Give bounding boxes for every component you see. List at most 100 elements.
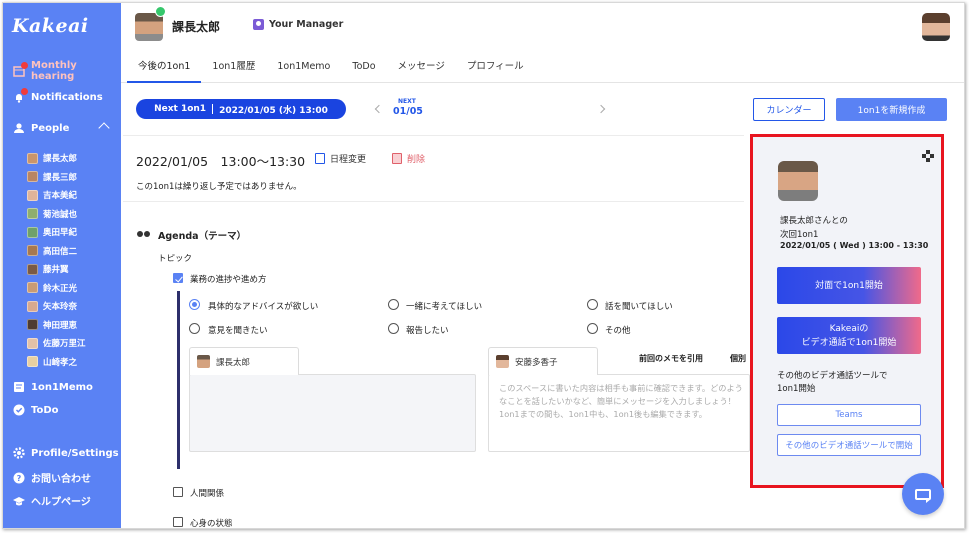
avatar: [27, 208, 38, 220]
sidebar-item-notifications[interactable]: Notifications: [13, 88, 103, 103]
page-title: 課長太郎: [172, 20, 221, 34]
chevron-right-icon[interactable]: [596, 104, 606, 114]
memo-tab-manager[interactable]: 課長太郎: [189, 347, 299, 375]
avatar: [27, 226, 38, 238]
tab-bar: 今後の1on1 1on1履歴 1on1Memo ToDo メッセージ プロフィー…: [121, 55, 964, 83]
chevron-up-icon[interactable]: [98, 122, 110, 134]
svg-text:?: ?: [17, 474, 22, 483]
avatar: [27, 319, 38, 331]
option-radio-other[interactable]: [587, 323, 598, 334]
person-item[interactable]: 奥田早紀: [27, 223, 86, 242]
memo-placeholder: このスペースに書いた内容は相手も事前に確認できます。どのようなことを話したいかな…: [499, 383, 743, 419]
next-label: NEXT: [398, 98, 416, 105]
person-item[interactable]: 菊池誠也: [27, 205, 86, 224]
quote-previous-memo-link[interactable]: 前回のメモを引用: [639, 353, 703, 364]
calendar-button[interactable]: カレンダー: [753, 98, 825, 121]
topic-checkbox-relationships[interactable]: [173, 487, 183, 497]
online-status-dot: [155, 6, 166, 17]
manager-memo-area[interactable]: [189, 374, 476, 452]
dice-icon[interactable]: [922, 150, 934, 162]
tab-todo[interactable]: ToDo: [341, 55, 386, 83]
user-avatar[interactable]: [922, 13, 950, 41]
divider: [212, 104, 214, 114]
kakeai-logo[interactable]: Kakeai: [12, 15, 89, 37]
avatar: [27, 300, 38, 312]
sidebar-item-contact[interactable]: ? お問い合わせ: [13, 470, 91, 485]
start-in-person-button[interactable]: 対面で1on1開始: [777, 267, 921, 304]
tab-1on1memo[interactable]: 1on1Memo: [266, 55, 341, 83]
option-radio-report[interactable]: [388, 323, 399, 334]
people-icon: [136, 230, 151, 240]
topic-checkbox-progress[interactable]: [173, 273, 183, 283]
person-item[interactable]: 神田理恵: [27, 316, 86, 335]
sidebar-item-label: Profile/Settings: [31, 447, 119, 459]
sidebar-item-label: ヘルプページ: [31, 497, 91, 508]
person-item[interactable]: 鈴木正光: [27, 279, 86, 298]
avatar: [197, 355, 210, 368]
tab-1on1-history[interactable]: 1on1履歴: [201, 55, 266, 83]
person-item[interactable]: 課長三郎: [27, 168, 86, 187]
other-video-tool-button[interactable]: その他のビデオ通話ツールで開始: [777, 434, 921, 456]
reschedule-button[interactable]: 日程変更: [315, 152, 366, 165]
option-radio-think-together[interactable]: [388, 299, 399, 310]
next-1on1-pill[interactable]: Next 1on1 2022/01/05 (水) 13:00: [136, 99, 346, 119]
avatar: [27, 282, 38, 294]
topic-label: トピック: [158, 254, 193, 264]
avatar: [27, 152, 38, 164]
option-label: 話を聞いてほしい: [605, 302, 673, 312]
start-1on1-panel: 課長太郎さんとの 次回1on1 2022/01/05 ( Wed ) 13:00…: [750, 134, 944, 488]
tab-profile[interactable]: プロフィール: [456, 55, 535, 83]
check-circle-icon: [13, 404, 25, 416]
sidebar-item-1on1memo[interactable]: 1on1Memo: [13, 381, 93, 393]
tab-messages[interactable]: メッセージ: [387, 55, 456, 83]
graduation-cap-icon: [13, 495, 25, 507]
avatar: [27, 263, 38, 275]
sidebar-item-help[interactable]: ヘルプページ: [13, 493, 91, 508]
panel-partner-label: 課長太郎さんとの: [780, 216, 848, 226]
option-label: その他: [605, 326, 631, 336]
person-item[interactable]: 課長太郎: [27, 149, 86, 168]
chat-button[interactable]: [902, 473, 944, 515]
sidebar-item-monthly-hearing[interactable]: Monthly hearing: [13, 60, 121, 82]
person-item[interactable]: 山崎孝之: [27, 353, 86, 372]
meeting-datetime: 2022/01/05 13:00〜13:30: [136, 154, 306, 169]
option-label: 一緒に考えてほしい: [406, 302, 483, 312]
sidebar: Kakeai Monthly hearing Notifications Peo…: [3, 3, 121, 528]
person-item[interactable]: 藤井翼: [27, 260, 86, 279]
teams-button[interactable]: Teams: [777, 404, 921, 426]
divider: [123, 201, 744, 202]
chevron-left-icon[interactable]: [374, 104, 384, 114]
sidebar-item-label: Monthly hearing: [31, 60, 77, 82]
memo-tab-member[interactable]: 安藤多香子: [488, 347, 598, 375]
person-item[interactable]: 佐藤万里江: [27, 334, 86, 353]
app-window: Kakeai Monthly hearing Notifications Peo…: [2, 2, 965, 529]
private-memo-link[interactable]: 個別: [730, 353, 746, 364]
manager-badge: Your Manager: [253, 19, 343, 30]
option-radio-advice[interactable]: [189, 299, 200, 310]
delete-button[interactable]: 削除: [392, 152, 425, 165]
tab-upcoming-1on1[interactable]: 今後の1on1: [127, 55, 202, 83]
avatar: [496, 355, 509, 368]
avatar[interactable]: [135, 13, 163, 41]
sidebar-item-people[interactable]: People: [13, 122, 69, 134]
option-label: 報告したい: [406, 326, 449, 336]
person-icon: [13, 122, 25, 134]
help-circle-icon: ?: [13, 472, 25, 484]
option-radio-opinion[interactable]: [189, 323, 200, 334]
sidebar-item-label: ToDo: [31, 404, 59, 416]
option-radio-listen[interactable]: [587, 299, 598, 310]
topic-indicator-bar: [177, 291, 180, 469]
option-label: 意見を聞きたい: [208, 326, 268, 336]
topic-checkbox-wellbeing[interactable]: [173, 517, 183, 527]
sidebar-item-profile-settings[interactable]: Profile/Settings: [13, 447, 119, 459]
person-item[interactable]: 高田信二: [27, 242, 86, 261]
avatar: [27, 171, 38, 183]
create-1on1-button[interactable]: 1on1を新規作成: [836, 98, 947, 121]
person-item[interactable]: 矢本玲奈: [27, 297, 86, 316]
person-item[interactable]: 吉本美紀: [27, 186, 86, 205]
memo-icon: [13, 381, 25, 393]
start-kakeai-video-button[interactable]: Kakeaiの ビデオ通話で1on1開始: [777, 317, 921, 354]
topic-label-relationships: 人間関係: [190, 489, 225, 499]
sidebar-item-todo[interactable]: ToDo: [13, 404, 59, 416]
topic-label-progress: 業務の進捗や進め方: [190, 275, 267, 285]
